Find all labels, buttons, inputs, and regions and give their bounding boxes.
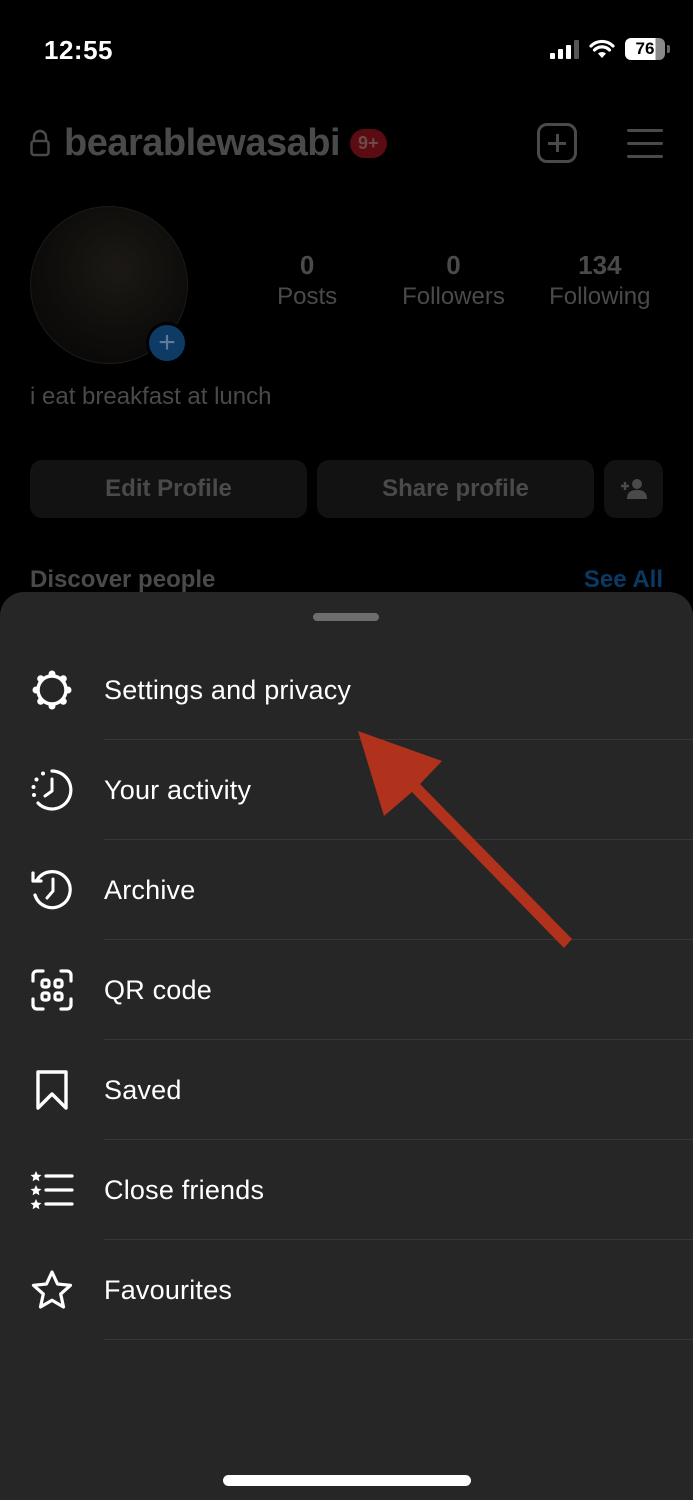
- discover-title: Discover people: [30, 566, 216, 593]
- menu-list: Settings and privacy Your activity Archi…: [0, 640, 693, 1340]
- stat-value: 0: [299, 250, 315, 280]
- username[interactable]: bearablewasabi: [64, 122, 341, 165]
- battery-icon: 76: [625, 38, 670, 60]
- status-icons: 76: [550, 38, 670, 60]
- menu-item-label: Favourites: [104, 1274, 233, 1305]
- qr-code-icon: [30, 968, 74, 1012]
- menu-item-label: Your activity: [104, 774, 252, 805]
- profile-stats: 0 Posts 0 Followers 134 Following: [234, 250, 673, 311]
- stat-followers[interactable]: 0 Followers: [380, 250, 526, 311]
- profile-actions: Edit Profile Share profile: [30, 460, 663, 518]
- status-bar: 12:55 76: [0, 0, 693, 100]
- stat-posts[interactable]: 0 Posts: [234, 250, 380, 311]
- bookmark-icon: [30, 1068, 74, 1112]
- menu-icon[interactable]: [627, 128, 663, 158]
- discover-people-button[interactable]: [604, 460, 663, 518]
- menu-item-label: Saved: [104, 1074, 182, 1105]
- close-friends-icon: [30, 1168, 74, 1212]
- archive-icon: [30, 868, 74, 912]
- menu-item-label: Close friends: [104, 1174, 265, 1205]
- menu-item-label: Settings and privacy: [104, 674, 352, 705]
- menu-item-favourites[interactable]: Favourites: [0, 1240, 693, 1340]
- profile-header: bearablewasabi 9+: [30, 118, 663, 168]
- cellular-signal-icon: [550, 39, 579, 59]
- profile-background: bearablewasabi 9+ + 0 Posts 0 Followers …: [0, 100, 693, 600]
- discover-people-header: Discover people See All: [30, 566, 663, 594]
- profile-menu-sheet: Settings and privacy Your activity Archi…: [0, 592, 693, 1500]
- star-icon: [30, 1268, 74, 1312]
- notification-badge: 9+: [350, 128, 387, 158]
- menu-item-saved[interactable]: Saved: [0, 1040, 693, 1140]
- edit-profile-button[interactable]: Edit Profile: [30, 460, 307, 518]
- lock-icon: [30, 129, 50, 157]
- menu-item-archive[interactable]: Archive: [0, 840, 693, 940]
- see-all-link[interactable]: See All: [584, 566, 663, 594]
- menu-item-label: QR code: [104, 974, 212, 1005]
- stat-label: Following: [549, 283, 651, 310]
- create-post-icon[interactable]: [537, 123, 577, 163]
- stat-following[interactable]: 134 Following: [527, 250, 673, 311]
- add-story-icon[interactable]: +: [146, 322, 188, 364]
- menu-item-close-friends[interactable]: Close friends: [0, 1140, 693, 1240]
- profile-bio: i eat breakfast at lunch: [30, 383, 272, 410]
- home-indicator: [223, 1475, 471, 1486]
- add-person-icon: [620, 479, 647, 499]
- status-time: 12:55: [44, 35, 113, 65]
- stat-value: 0: [446, 250, 461, 280]
- share-profile-button[interactable]: Share profile: [317, 460, 594, 518]
- menu-item-label: Archive: [104, 874, 196, 905]
- sheet-grabber[interactable]: [313, 613, 379, 621]
- menu-item-settings[interactable]: Settings and privacy: [0, 640, 693, 740]
- activity-icon: [30, 768, 74, 812]
- settings-icon: [30, 668, 74, 712]
- divider: [104, 1339, 693, 1340]
- menu-item-qr-code[interactable]: QR code: [0, 940, 693, 1040]
- menu-item-your-activity[interactable]: Your activity: [0, 740, 693, 840]
- wifi-icon: [589, 39, 615, 58]
- stat-label: Followers: [402, 283, 505, 310]
- stat-value: 134: [578, 250, 622, 280]
- stat-label: Posts: [277, 283, 338, 310]
